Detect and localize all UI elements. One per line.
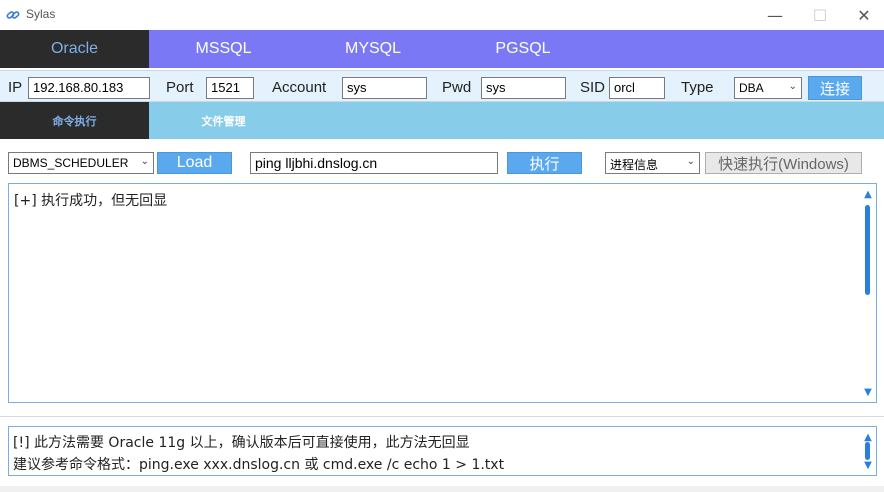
tab-command-exec[interactable]: 命令执行 [0,102,149,139]
connection-bar: IP 192.168.80.183 Port 1521 Account sys … [0,70,884,102]
sid-field[interactable]: orcl [609,77,665,99]
chevron-down-icon: ⌄ [686,156,695,167]
hint-scrollbar[interactable]: ▲ ▼ [861,428,875,474]
port-field[interactable]: 1521 [206,77,254,99]
type-label: Type [681,79,714,96]
ip-field[interactable]: 192.168.80.183 [28,77,150,99]
quick-execute-button[interactable]: 快速执行(Windows) [705,152,862,174]
divider [0,416,884,417]
sid-label: SID [580,79,606,96]
pwd-label: Pwd [442,79,472,96]
output-scrollbar[interactable]: ▲ ▼ [861,185,875,401]
scroll-thumb[interactable] [865,205,870,295]
method-select[interactable]: DBMS_SCHEDULER ⌄ [8,152,154,174]
type-select-value: DBA [739,81,764,95]
password-field[interactable]: sys [481,77,566,99]
window-title: Sylas [26,7,56,21]
hint-line-1: [!] 此方法需要 Oracle 11g 以上，确认版本后可直接使用，此方法无回… [13,435,470,451]
chevron-down-icon[interactable]: ▼ [861,458,875,472]
chevron-down-icon: ⌄ [788,81,797,92]
function-tab-bar: 命令执行 文件管理 [0,102,884,139]
chevron-down-icon[interactable]: ▼ [861,385,875,399]
method-select-value: DBMS_SCHEDULER [13,156,129,170]
type-select[interactable]: DBA ⌄ [734,77,802,99]
quick-command-value: 进程信息 [610,158,659,172]
database-tab-bar: Oracle MSSQL MYSQL PGSQL [0,30,884,68]
output-text: [+] 执行成功，但无回显 [14,193,168,209]
command-input[interactable]: ping lljbhi.dnslog.cn [250,152,498,174]
hint-line-2: 建议参考命令格式：ping.exe xxx.dnslog.cn 或 cmd.ex… [13,457,505,473]
account-label: Account [272,79,327,96]
tab-file-manage[interactable]: 文件管理 [149,102,298,139]
output-textarea[interactable]: [+] 执行成功，但无回显 ▲ ▼ [8,183,877,403]
command-toolbar: DBMS_SCHEDULER ⌄ Load ping lljbhi.dnslog… [0,139,884,181]
hint-textarea[interactable]: [!] 此方法需要 Oracle 11g 以上，确认版本后可直接使用，此方法无回… [8,426,877,476]
ip-label: IP [8,79,23,96]
minimize-button[interactable]: — [766,6,784,25]
close-button[interactable]: ✕ [855,6,873,25]
title-bar: Sylas — ☐ ✕ [0,0,884,30]
account-field[interactable]: sys [342,77,427,99]
tab-pgsql[interactable]: PGSQL [448,30,598,68]
quick-command-select[interactable]: 进程信息 ⌄ [605,152,700,174]
tab-mssql[interactable]: MSSQL [149,30,298,68]
execute-button[interactable]: 执行 [507,152,582,174]
load-button[interactable]: Load [157,152,232,174]
chevron-down-icon: ⌄ [140,156,149,167]
status-strip [0,486,884,492]
maximize-button[interactable]: ☐ [811,6,829,25]
chevron-up-icon[interactable]: ▲ [861,187,875,201]
port-label: Port [166,79,194,96]
link-icon [6,7,20,21]
tab-mysql[interactable]: MYSQL [298,30,448,68]
tab-oracle[interactable]: Oracle [0,30,149,68]
connect-button[interactable]: 连接 [808,76,862,100]
